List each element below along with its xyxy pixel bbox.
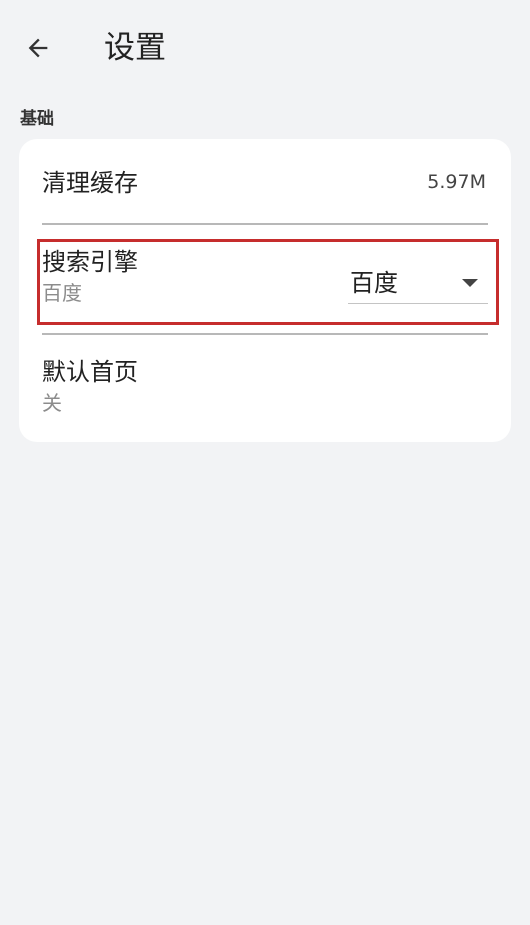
caret-down-icon xyxy=(462,279,478,287)
search-engine-dropdown[interactable]: 百度 xyxy=(348,263,488,304)
page-title: 设置 xyxy=(104,30,166,66)
divider xyxy=(42,333,488,335)
setting-clear-cache[interactable]: 清理缓存 5.97M xyxy=(42,166,488,206)
app-bar: 设置 xyxy=(0,0,530,96)
arrow-left-icon xyxy=(28,38,48,58)
cache-size-value: 5.97M xyxy=(427,171,486,193)
divider xyxy=(42,223,488,225)
settings-card: 清理缓存 5.97M 搜索引擎 百度 百度 默认首页 关 xyxy=(19,139,511,442)
default-homepage-title: 默认首页 xyxy=(42,358,138,386)
clear-cache-title: 清理缓存 xyxy=(42,169,138,197)
setting-default-homepage[interactable]: 默认首页 关 xyxy=(42,355,488,425)
search-engine-selected-value: 百度 xyxy=(350,269,398,297)
default-homepage-subtitle: 关 xyxy=(42,391,62,415)
setting-search-engine: 搜索引擎 百度 百度 xyxy=(42,245,488,315)
section-label-basic: 基础 xyxy=(20,109,54,129)
back-button[interactable] xyxy=(16,26,60,70)
